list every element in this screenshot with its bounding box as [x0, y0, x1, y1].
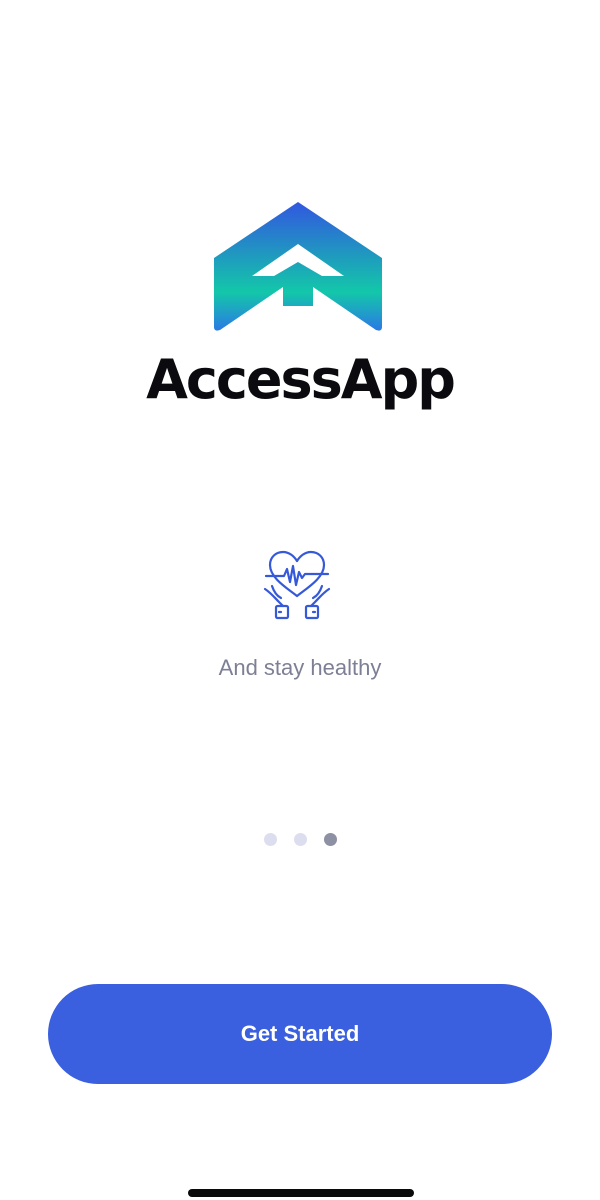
page-indicator	[0, 833, 600, 849]
page-dot-1[interactable]	[263, 833, 277, 846]
home-indicator[interactable]	[188, 1189, 414, 1197]
get-started-button[interactable]: Get Started	[48, 984, 552, 1084]
heart-in-hands-icon	[263, 550, 331, 620]
onboarding-screen: AccessApp And stay healthy Get Started	[0, 0, 600, 1200]
onboarding-tagline: And stay healthy	[218, 655, 382, 680]
page-dot-3[interactable]	[323, 833, 337, 846]
house-arrow-logo-icon	[214, 202, 382, 331]
page-dot-2[interactable]	[293, 833, 307, 846]
app-name: AccessApp	[146, 348, 456, 411]
